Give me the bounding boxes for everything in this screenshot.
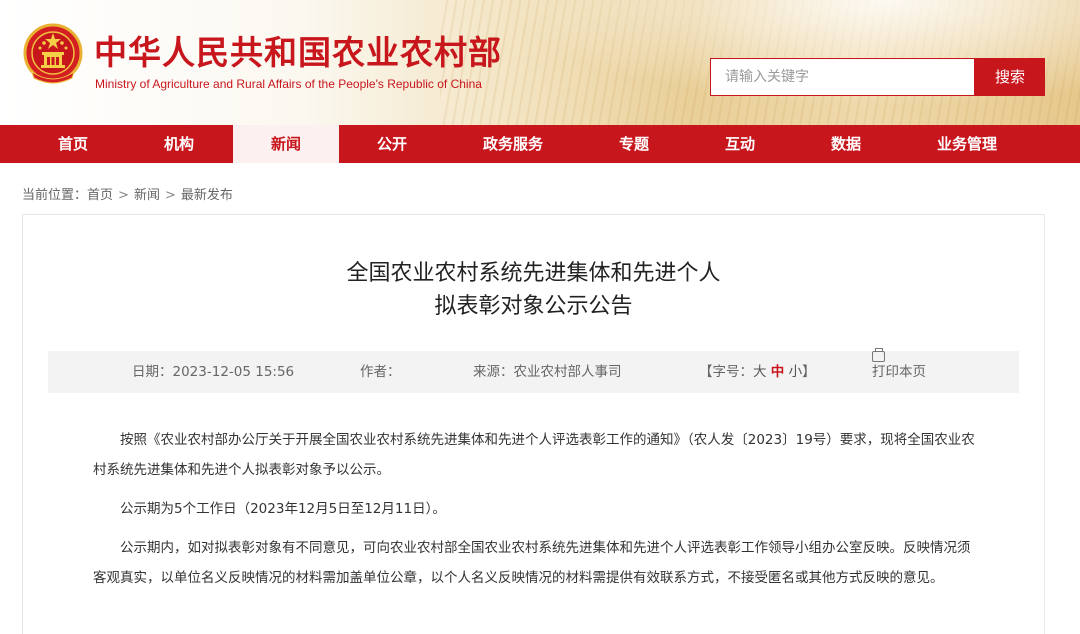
breadcrumb: 当前位置：首页 > 新闻 > 最新发布 xyxy=(22,184,233,203)
article-source: 来源：农业农村部人事司 xyxy=(473,364,622,380)
nav-item-data[interactable]: 数据 xyxy=(793,125,899,163)
breadcrumb-prefix: 当前位置： xyxy=(22,188,88,203)
breadcrumb-news[interactable]: 新闻 xyxy=(134,188,160,203)
article-date: 日期：2023-12-05 15:56 xyxy=(132,364,295,380)
national-emblem-icon[interactable] xyxy=(22,22,84,88)
font-size-small-button[interactable]: 小 xyxy=(789,364,803,380)
article-author: 作者： xyxy=(360,364,401,380)
article-title: 全国农业农村系统先进集体和先进个人 拟表彰对象公示公告 xyxy=(23,257,1044,323)
nav-item-organization[interactable]: 机构 xyxy=(146,125,212,163)
breadcrumb-separator: > xyxy=(164,188,176,203)
nav-item-topics[interactable]: 专题 xyxy=(581,125,687,163)
breadcrumb-separator: > xyxy=(118,188,129,203)
article-container: 全国农业农村系统先进集体和先进个人 拟表彰对象公示公告 日期：2023-12-0… xyxy=(22,214,1045,634)
article-paragraph: 公示期为5个工作日（2023年12月5日至12月11日）。 xyxy=(120,501,446,517)
nav-item-home[interactable]: 首页 xyxy=(0,125,146,163)
print-icon xyxy=(872,348,885,362)
article-paragraph: 公示期内，如对拟表彰对象有不同意见，可向农业农村部全国农业农村系统先进集体和先进… xyxy=(93,540,971,586)
article-title-line-2: 拟表彰对象公示公告 xyxy=(434,294,633,319)
nav-item-government-services[interactable]: 政务服务 xyxy=(445,125,581,163)
breadcrumb-latest[interactable]: 最新发布 xyxy=(181,188,233,203)
nav-item-news[interactable]: 新闻 xyxy=(233,125,339,163)
nav-item-interaction[interactable]: 互动 xyxy=(687,125,793,163)
search-input[interactable] xyxy=(725,60,960,94)
nav-item-public[interactable]: 公开 xyxy=(339,125,445,163)
font-size-large-button[interactable]: 大 xyxy=(753,364,767,380)
print-button[interactable]: 打印本页 xyxy=(872,348,926,393)
article-paragraph: 按照《农业农村部办公厅关于开展全国农业农村系统先进集体和先进个人评选表彰工作的通… xyxy=(93,432,975,478)
article-info-bar: 日期：2023-12-05 15:56 作者： 来源：农业农村部人事司 【字号：… xyxy=(48,348,1019,393)
font-size-control: 【字号：大 中 小】 xyxy=(699,351,816,393)
font-size-close: 】 xyxy=(802,364,816,380)
site-title[interactable]: 中华人民共和国农业农村部 xyxy=(94,26,502,74)
print-label: 打印本页 xyxy=(872,364,926,380)
site-subtitle: Ministry of Agriculture and Rural Affair… xyxy=(95,77,482,91)
breadcrumb-home[interactable]: 首页 xyxy=(87,188,113,203)
font-size-label: 【字号： xyxy=(699,364,753,380)
font-size-medium-button[interactable]: 中 xyxy=(771,364,785,380)
article-title-line-1: 全国农业农村系统先进集体和先进个人 xyxy=(346,261,721,286)
main-nav: 首页 机构 新闻 公开 政务服务 专题 互动 数据 业务管理 xyxy=(0,125,1080,163)
search-button[interactable]: 搜索 xyxy=(975,58,1045,96)
site-header: 中华人民共和国农业农村部 Ministry of Agriculture and… xyxy=(0,0,1080,125)
search-field[interactable] xyxy=(710,58,975,96)
article-body: 按照《农业农村部办公厅关于开展全国农业农村系统先进集体和先进个人评选表彰工作的通… xyxy=(93,425,983,602)
nav-item-business-management[interactable]: 业务管理 xyxy=(899,125,1035,163)
